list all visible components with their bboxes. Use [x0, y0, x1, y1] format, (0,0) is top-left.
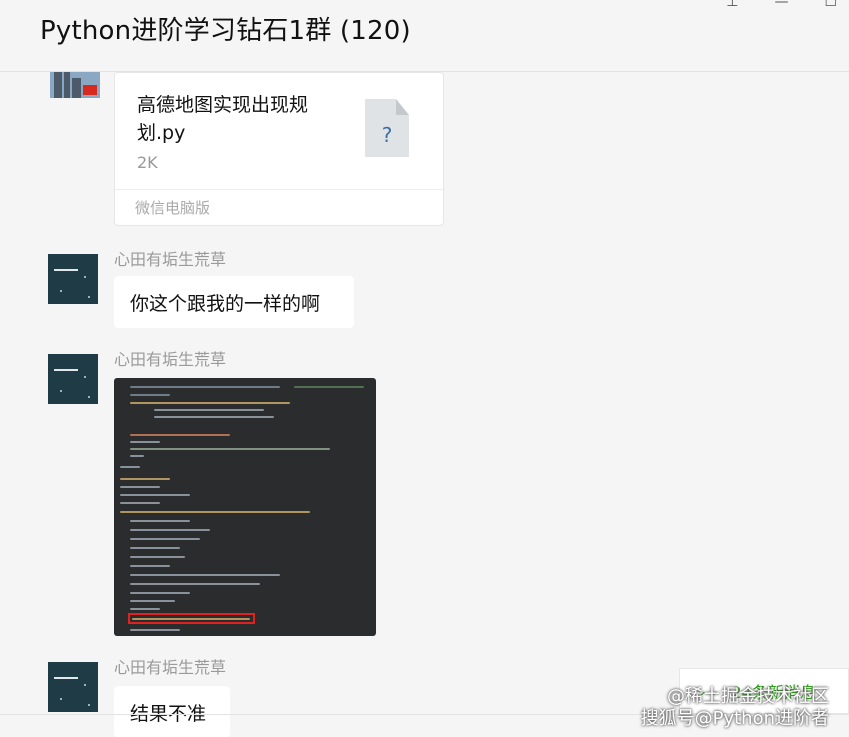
- avatar[interactable]: [48, 254, 98, 304]
- minimize-icon[interactable]: —: [774, 0, 788, 10]
- chat-header: Python进阶学习钻石1群 (120) ⊥ — ☐: [0, 0, 849, 72]
- file-icon-corner: [396, 99, 409, 115]
- avatar[interactable]: [48, 662, 98, 712]
- sender-name: 心田有垢生荒草: [114, 250, 227, 269]
- message-list[interactable]: 高德地图实现出现规划.py 2K ? 微信电脑版 心田有垢生荒草 你这个跟我的一…: [0, 72, 849, 737]
- watermark: 搜狐号@Python进阶者: [640, 708, 829, 729]
- text-message[interactable]: 你这个跟我的一样的啊: [114, 276, 354, 328]
- avatar[interactable]: [50, 72, 100, 98]
- file-size: 2K: [137, 153, 158, 172]
- file-source: 微信电脑版: [135, 199, 211, 217]
- sender-name: 心田有垢生荒草: [114, 350, 227, 369]
- divider: [115, 189, 443, 190]
- pin-icon[interactable]: ⊥: [726, 0, 738, 10]
- maximize-icon[interactable]: ☐: [824, 0, 837, 10]
- highlight-box: [128, 613, 255, 624]
- file-name: 高德地图实现出现规划.py: [137, 94, 309, 144]
- text-message[interactable]: 结果不准: [114, 686, 230, 737]
- file-message[interactable]: 高德地图实现出现规划.py 2K ? 微信电脑版: [114, 72, 444, 226]
- flag-icon: [83, 85, 97, 95]
- question-mark-glyph: ?: [381, 123, 393, 147]
- window-controls: ⊥ — ☐: [726, 0, 837, 10]
- avatar[interactable]: [48, 354, 98, 404]
- sender-name: 心田有垢生荒草: [114, 658, 227, 677]
- chat-title: Python进阶学习钻石1群 (120): [40, 16, 411, 46]
- image-message[interactable]: [114, 378, 376, 636]
